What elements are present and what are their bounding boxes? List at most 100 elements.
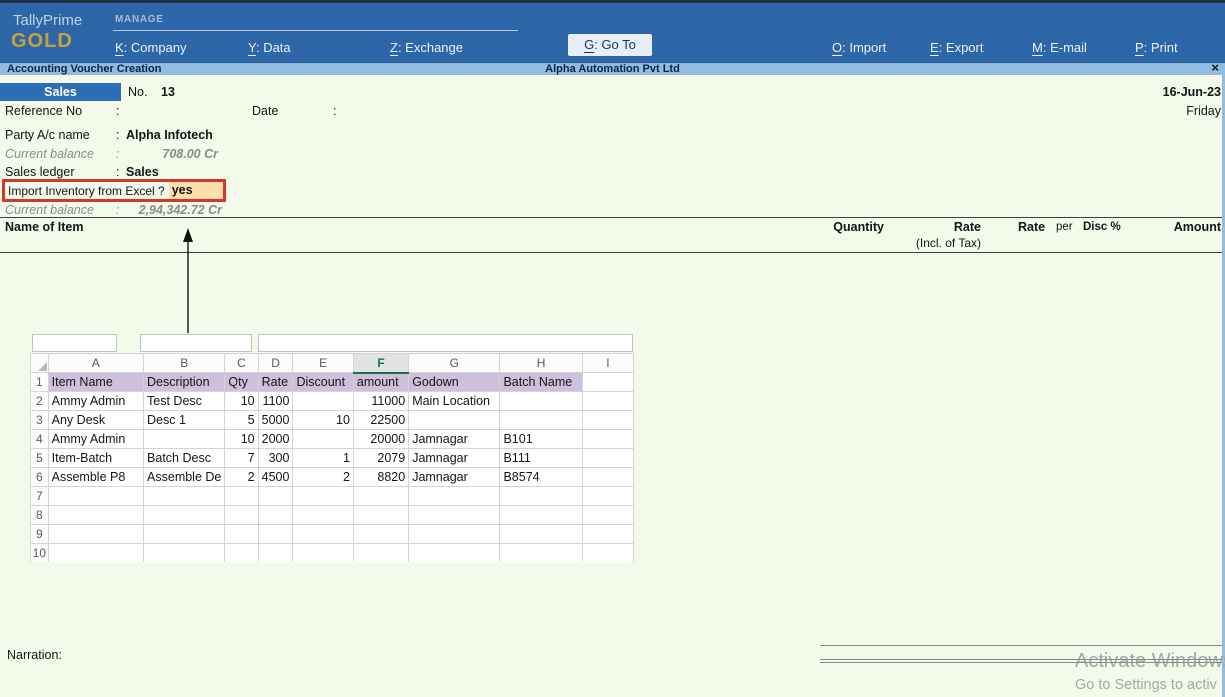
menu-item-company[interactable]: K: Company <box>115 37 187 59</box>
party-ac-value[interactable]: Alpha Infotech <box>126 128 213 142</box>
sales-ledger-value[interactable]: Sales <box>126 165 159 179</box>
excel-col-header-A[interactable]: A <box>48 354 143 373</box>
excel-row-header-3[interactable]: 3 <box>31 411 49 430</box>
excel-cell-E6[interactable]: 2 <box>293 468 353 487</box>
excel-cell-I1[interactable] <box>582 373 633 392</box>
narration-label[interactable]: Narration: <box>7 648 62 662</box>
excel-cell-F6[interactable]: 8820 <box>353 468 408 487</box>
excel-cell-A4[interactable]: Ammy Admin <box>48 430 143 449</box>
excel-cell-C9[interactable] <box>225 525 258 544</box>
menu-item-exchange[interactable]: Z: Exchange <box>390 37 463 59</box>
close-icon[interactable]: × <box>1211 62 1219 74</box>
excel-cell-A9[interactable] <box>48 525 143 544</box>
excel-row-header-8[interactable]: 8 <box>31 506 49 525</box>
excel-cell-B9[interactable] <box>144 525 225 544</box>
excel-col-header-G[interactable]: G <box>409 354 500 373</box>
voucher-type-button[interactable]: Sales <box>0 83 121 101</box>
excel-cell-H9[interactable] <box>500 525 582 544</box>
excel-cell-C10[interactable] <box>225 544 258 563</box>
excel-row-header-7[interactable]: 7 <box>31 487 49 506</box>
excel-cell-D6[interactable]: 4500 <box>258 468 293 487</box>
excel-cell-A5[interactable]: Item-Batch <box>48 449 143 468</box>
excel-col-header-I[interactable]: I <box>582 354 633 373</box>
excel-select-all-corner[interactable] <box>31 354 49 373</box>
excel-cell-G5[interactable]: Jamnagar <box>409 449 500 468</box>
excel-cell-C4[interactable]: 10 <box>225 430 258 449</box>
excel-cell-A6[interactable]: Assemble P8 <box>48 468 143 487</box>
excel-cell-H8[interactable] <box>500 506 582 525</box>
excel-cell-E2[interactable] <box>293 392 353 411</box>
excel-cell-H10[interactable] <box>500 544 582 563</box>
excel-cell-G7[interactable] <box>409 487 500 506</box>
excel-cell-H5[interactable]: B111 <box>500 449 582 468</box>
excel-cell-F7[interactable] <box>353 487 408 506</box>
excel-col-header-B[interactable]: B <box>144 354 225 373</box>
excel-cell-G1[interactable]: Godown <box>409 373 500 392</box>
excel-cell-I5[interactable] <box>582 449 633 468</box>
excel-row-header-6[interactable]: 6 <box>31 468 49 487</box>
excel-cell-F4[interactable]: 20000 <box>353 430 408 449</box>
excel-cell-H4[interactable]: B101 <box>500 430 582 449</box>
excel-cell-H7[interactable] <box>500 487 582 506</box>
excel-cell-H2[interactable] <box>500 392 582 411</box>
excel-cell-H6[interactable]: B8574 <box>500 468 582 487</box>
excel-cell-D3[interactable]: 5000 <box>258 411 293 430</box>
excel-row-header-4[interactable]: 4 <box>31 430 49 449</box>
excel-cell-H3[interactable] <box>500 411 582 430</box>
excel-cell-I3[interactable] <box>582 411 633 430</box>
excel-cell-C5[interactable]: 7 <box>225 449 258 468</box>
excel-row-header-9[interactable]: 9 <box>31 525 49 544</box>
excel-cell-I7[interactable] <box>582 487 633 506</box>
excel-col-header-D[interactable]: D <box>258 354 293 373</box>
excel-cell-F3[interactable]: 22500 <box>353 411 408 430</box>
excel-cell-G3[interactable] <box>409 411 500 430</box>
excel-cell-C6[interactable]: 2 <box>225 468 258 487</box>
excel-col-header-H[interactable]: H <box>500 354 582 373</box>
excel-cell-D7[interactable] <box>258 487 293 506</box>
excel-cell-D2[interactable]: 1100 <box>258 392 293 411</box>
excel-cell-A3[interactable]: Any Desk <box>48 411 143 430</box>
goto-button[interactable]: G: Go To <box>568 34 652 56</box>
excel-cell-B3[interactable]: Desc 1 <box>144 411 225 430</box>
excel-cell-A2[interactable]: Ammy Admin <box>48 392 143 411</box>
excel-cell-F9[interactable] <box>353 525 408 544</box>
excel-cell-A10[interactable] <box>48 544 143 563</box>
excel-cell-E8[interactable] <box>293 506 353 525</box>
excel-cell-D1[interactable]: Rate <box>258 373 293 392</box>
excel-cell-D4[interactable]: 2000 <box>258 430 293 449</box>
excel-cell-B6[interactable]: Assemble De <box>144 468 225 487</box>
excel-cell-I8[interactable] <box>582 506 633 525</box>
excel-cell-G8[interactable] <box>409 506 500 525</box>
excel-cell-H1[interactable]: Batch Name <box>500 373 582 392</box>
excel-cell-B2[interactable]: Test Desc <box>144 392 225 411</box>
excel-cell-C7[interactable] <box>225 487 258 506</box>
excel-cell-F8[interactable] <box>353 506 408 525</box>
excel-col-header-C[interactable]: C <box>225 354 258 373</box>
excel-cell-B10[interactable] <box>144 544 225 563</box>
excel-cell-E10[interactable] <box>293 544 353 563</box>
excel-cell-G10[interactable] <box>409 544 500 563</box>
menu-item-print[interactable]: P: Print <box>1135 37 1178 59</box>
excel-cell-A7[interactable] <box>48 487 143 506</box>
excel-cell-D9[interactable] <box>258 525 293 544</box>
excel-cell-E1[interactable]: Discount <box>293 373 353 392</box>
excel-cell-I10[interactable] <box>582 544 633 563</box>
excel-cell-A1[interactable]: Item Name <box>48 373 143 392</box>
excel-cell-G2[interactable]: Main Location <box>409 392 500 411</box>
menu-item-e-mail[interactable]: M: E-mail <box>1032 37 1087 59</box>
excel-col-header-E[interactable]: E <box>293 354 353 373</box>
excel-row-header-10[interactable]: 10 <box>31 544 49 563</box>
excel-cell-E7[interactable] <box>293 487 353 506</box>
excel-cell-G9[interactable] <box>409 525 500 544</box>
excel-cell-G6[interactable]: Jamnagar <box>409 468 500 487</box>
excel-cell-E9[interactable] <box>293 525 353 544</box>
excel-cell-C2[interactable]: 10 <box>225 392 258 411</box>
excel-cell-B1[interactable]: Description <box>144 373 225 392</box>
excel-cell-C1[interactable]: Qty <box>225 373 258 392</box>
excel-cell-C8[interactable] <box>225 506 258 525</box>
menu-item-export[interactable]: E: Export <box>930 37 983 59</box>
excel-cell-E5[interactable]: 1 <box>293 449 353 468</box>
excel-col-header-F[interactable]: F <box>353 354 408 373</box>
excel-cell-D8[interactable] <box>258 506 293 525</box>
excel-cell-B4[interactable] <box>144 430 225 449</box>
